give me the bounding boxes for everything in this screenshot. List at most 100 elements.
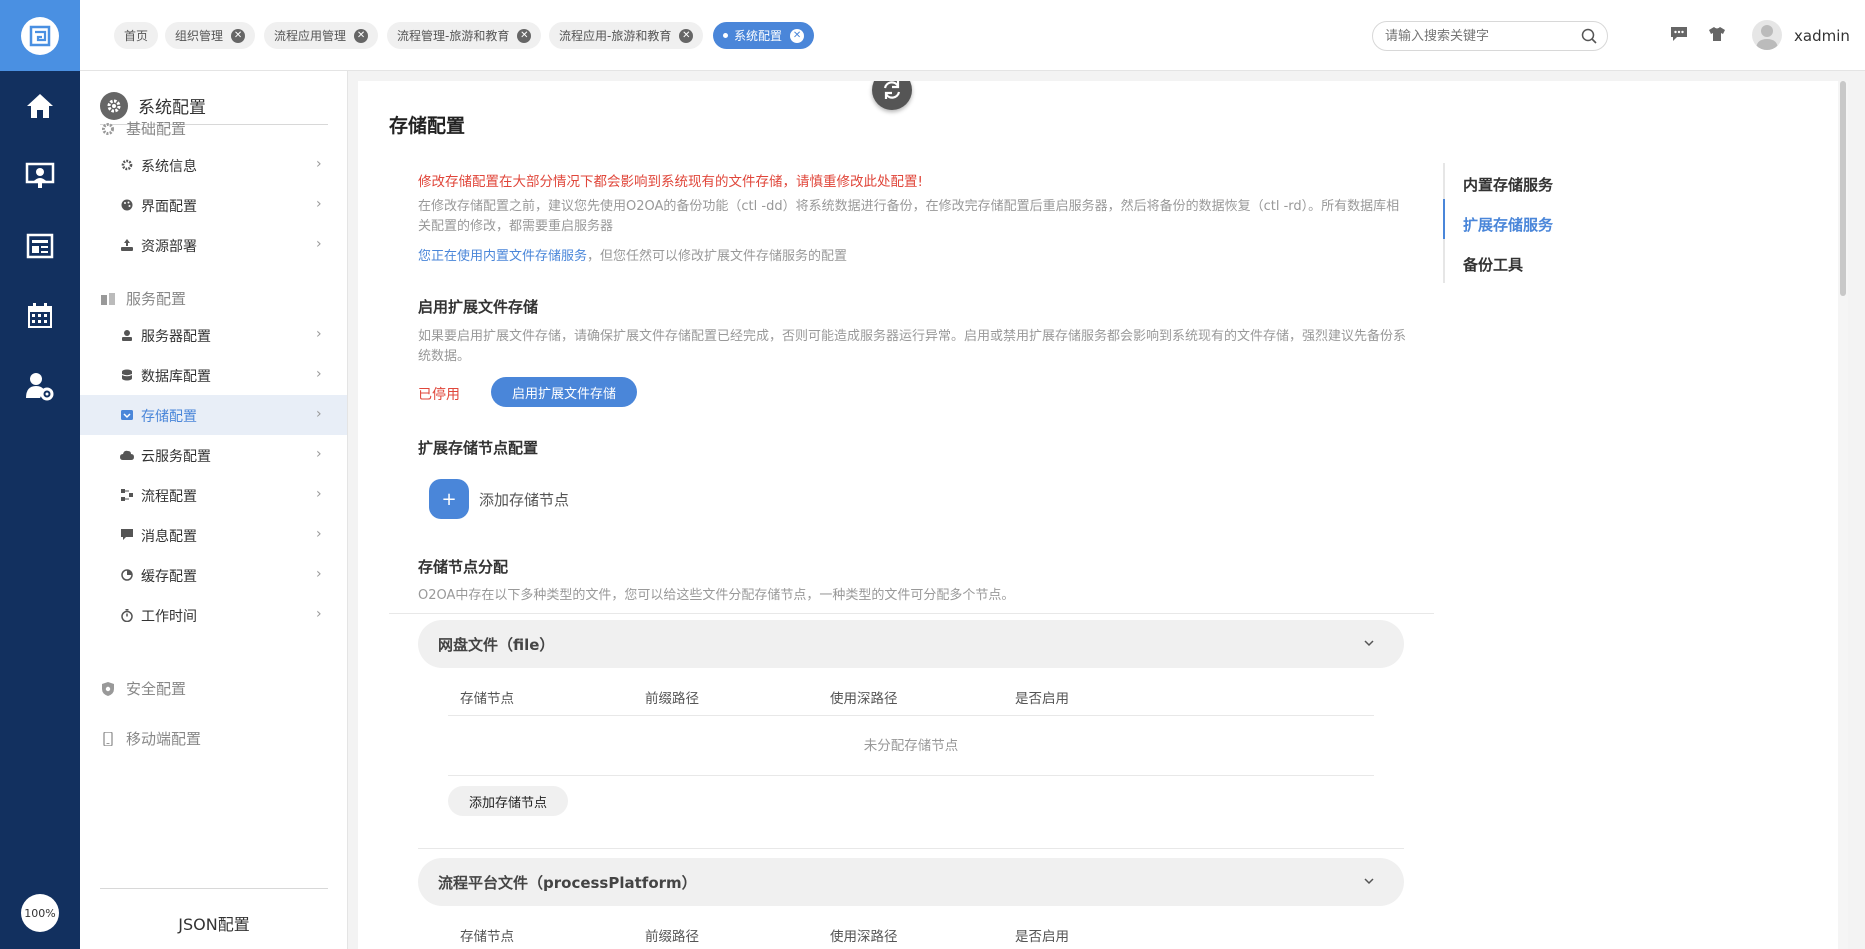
home-icon — [27, 94, 53, 118]
rail-home-button[interactable] — [0, 71, 80, 141]
main-scrollbar[interactable] — [1838, 81, 1848, 949]
chevron-right-icon: › — [316, 486, 322, 502]
username[interactable]: xadmin — [1794, 27, 1850, 45]
sidebar-item-database-config[interactable]: 数据库配置 › — [80, 355, 347, 395]
column-header: 前缀路径 — [645, 691, 699, 707]
refresh-button[interactable] — [872, 81, 912, 110]
divider — [389, 613, 1434, 614]
anchor-extended-storage[interactable]: 扩展存储服务 — [1463, 214, 1553, 235]
add-storage-node-label[interactable]: 添加存储节点 — [479, 489, 569, 510]
flow-icon — [120, 488, 134, 502]
news-icon — [26, 233, 54, 259]
sidebar-item-label: 缓存配置 — [141, 569, 197, 585]
add-storage-node-button[interactable]: + — [429, 479, 469, 519]
stopwatch-icon — [120, 608, 134, 622]
chevron-right-icon: › — [316, 156, 322, 172]
group-label: 服务配置 — [126, 290, 187, 308]
sidebar-item-label: 界面配置 — [141, 199, 197, 215]
storage-icon — [120, 408, 134, 422]
app-logo[interactable] — [0, 0, 80, 71]
sidebar-item-label: 系统信息 — [141, 159, 197, 175]
active-dot — [723, 33, 728, 38]
chevron-down-icon — [1364, 640, 1374, 647]
mobile-icon — [100, 731, 116, 747]
enable-section-title: 启用扩展文件存储 — [418, 298, 539, 316]
message-icon[interactable] — [1670, 26, 1688, 42]
page-title: 存储配置 — [389, 115, 466, 137]
cloud-icon — [120, 448, 134, 462]
tab-process-app-travel[interactable]: 流程应用-旅游和教育 ✕ — [549, 22, 704, 49]
chevron-right-icon: › — [316, 326, 322, 342]
service-icon — [100, 291, 116, 307]
sidebar-item-message-config[interactable]: 消息配置 › — [80, 515, 347, 555]
json-config-link[interactable]: JSON配置 — [100, 888, 328, 935]
group-label: 安全配置 — [126, 680, 187, 698]
scrollbar-thumb[interactable] — [1840, 81, 1846, 296]
accordion-file[interactable]: 网盘文件（file） — [418, 620, 1404, 668]
close-icon[interactable]: ✕ — [517, 28, 532, 43]
column-header: 存储节点 — [460, 929, 514, 945]
sidebar-item-cache-config[interactable]: 缓存配置 › — [80, 555, 347, 595]
group-security-config[interactable]: 安全配置 — [100, 678, 186, 699]
rail-calendar-button[interactable] — [0, 281, 80, 351]
tab-label: 流程应用-旅游和教育 — [559, 29, 672, 43]
enable-extended-storage-button[interactable]: 启用扩展文件存储 — [491, 377, 637, 407]
close-icon[interactable]: ✕ — [679, 28, 694, 43]
group-service-config[interactable]: 服务配置 — [100, 288, 186, 309]
user-avatar-icon — [1756, 25, 1778, 50]
accordion-title: 流程平台文件（processPlatform） — [438, 873, 697, 892]
group-basic-config[interactable]: 基础配置 — [100, 118, 186, 139]
sidebar-item-work-time[interactable]: 工作时间 › — [80, 595, 347, 635]
avatar[interactable] — [1752, 20, 1782, 50]
zoom-indicator[interactable]: 100% — [21, 894, 59, 932]
sidebar-item-resource-deploy[interactable]: 资源部署 › — [80, 225, 347, 265]
sidebar-item-process-config[interactable]: 流程配置 › — [80, 475, 347, 515]
rail-user-settings-button[interactable] — [0, 351, 80, 421]
sidebar-item-server-config[interactable]: 服务器配置 › — [80, 315, 347, 355]
sidebar-item-storage-config[interactable]: 存储配置 › — [80, 395, 347, 435]
column-header: 是否启用 — [1015, 691, 1069, 707]
column-header: 存储节点 — [460, 691, 514, 707]
tab-home[interactable]: 首页 — [114, 22, 159, 49]
database-icon — [120, 368, 134, 382]
sidebar-item-system-info[interactable]: 系统信息 › — [80, 145, 347, 185]
top-bar: 首页 组织管理 ✕ 流程应用管理 ✕ 流程管理-旅游和教育 ✕ 流程应用-旅游和教育 ✕… — [80, 0, 1865, 71]
anchor-backup-tool[interactable]: 备份工具 — [1463, 254, 1523, 275]
theme-shirt-icon[interactable] — [1708, 26, 1726, 42]
search-input[interactable] — [1385, 22, 1575, 50]
close-icon[interactable]: ✕ — [790, 28, 805, 43]
add-file-node-button[interactable]: 添加存储节点 — [448, 786, 568, 816]
tab-process-manage-travel[interactable]: 流程管理-旅游和教育 ✕ — [387, 22, 542, 49]
anchor-builtin-storage[interactable]: 内置存储服务 — [1463, 174, 1553, 195]
close-icon[interactable]: ✕ — [231, 28, 246, 43]
tab-system-config[interactable]: 系统配置 ✕ — [713, 22, 815, 49]
sidebar-item-label: 资源部署 — [141, 239, 197, 255]
tab-org[interactable]: 组织管理 ✕ — [165, 22, 256, 49]
tab-label: 组织管理 — [175, 29, 224, 43]
anchor-active-indicator — [1443, 199, 1445, 239]
accordion-process-platform[interactable]: 流程平台文件（processPlatform） — [418, 858, 1404, 906]
deploy-icon — [120, 238, 134, 252]
table-header: 存储节点 前缀路径 使用深路径 是否启用 — [448, 914, 1374, 949]
refresh-icon — [883, 81, 901, 99]
column-header: 使用深路径 — [830, 929, 898, 945]
close-icon[interactable]: ✕ — [354, 28, 369, 43]
search-icon[interactable] — [1581, 28, 1597, 44]
shield-icon — [100, 681, 116, 697]
chevron-down-icon — [1364, 878, 1374, 885]
backup-description: 在修改存储配置之前，建议您先使用O2OA的备份功能（ctl -dd）将系统数据进… — [418, 199, 1400, 234]
warning-text: 修改存储配置在大部分情况下都会影响到系统现有的文件存储，请慎重修改此处配置! — [418, 174, 923, 190]
tab-label: 流程应用管理 — [274, 29, 347, 43]
status-rest: ，但您任然可以修改扩展文件存储服务的配置 — [587, 249, 848, 264]
builtin-storage-link[interactable]: 您正在使用内置文件存储服务 — [418, 249, 587, 264]
tab-process-app-manage[interactable]: 流程应用管理 ✕ — [264, 22, 379, 49]
user-gear-icon — [26, 373, 54, 401]
sidebar-item-ui-config[interactable]: 界面配置 › — [80, 185, 347, 225]
sidebar-item-cloud-config[interactable]: 云服务配置 › — [80, 435, 347, 475]
rail-news-button[interactable] — [0, 211, 80, 281]
group-mobile-config[interactable]: 移动端配置 — [100, 728, 201, 749]
rail-meeting-button[interactable] — [0, 141, 80, 211]
dist-section-title: 存储节点分配 — [418, 558, 509, 576]
config-sidebar: 系统配置 基础配置 系统信息 › 界面配置 › 资源部署 › 服务配置 服务器配… — [80, 71, 348, 949]
sidebar-item-label: 存储配置 — [141, 409, 197, 425]
